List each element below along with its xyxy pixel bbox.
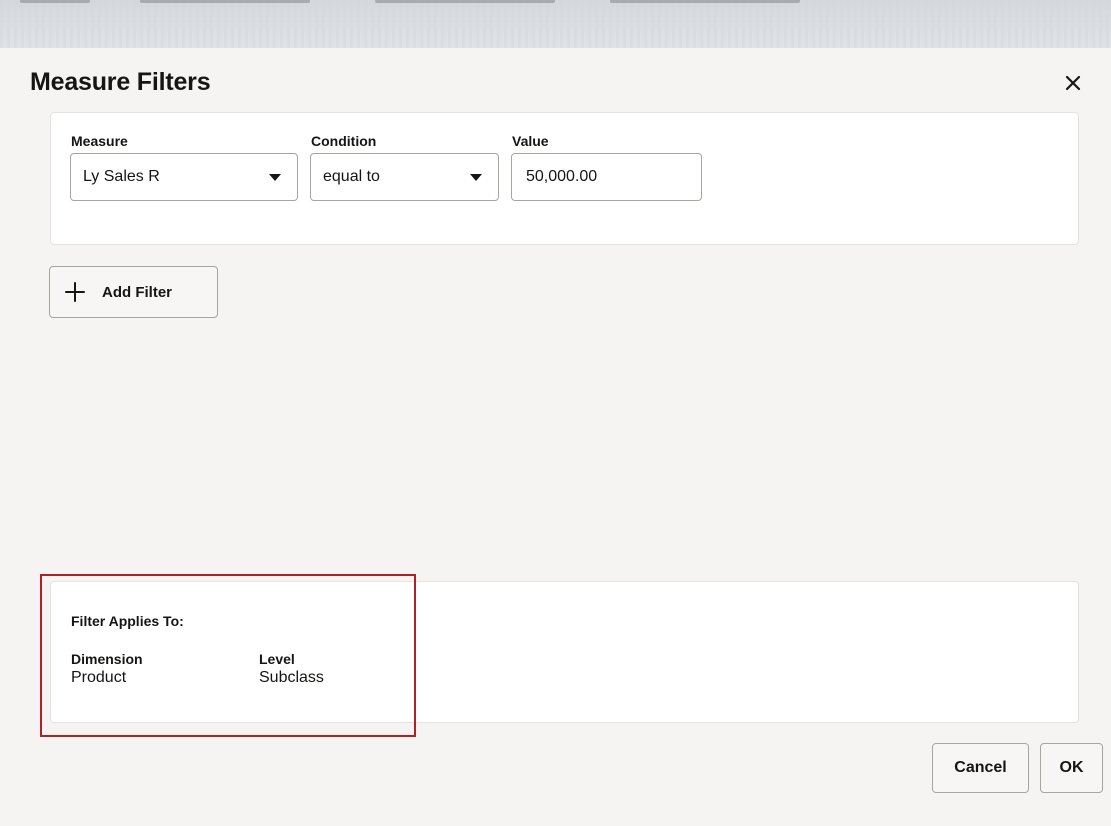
condition-label: Condition (311, 133, 377, 149)
dialog-title: Measure Filters (30, 68, 211, 96)
measure-select[interactable]: Ly Sales R (70, 153, 298, 201)
value-input[interactable] (511, 153, 702, 201)
filter-row-card: Measure Ly Sales R Condition equal to Va… (50, 112, 1079, 245)
close-button[interactable] (1060, 70, 1086, 96)
filter-applies-card: Filter Applies To: Dimension Product Lev… (50, 581, 1079, 723)
level-label: Level (259, 651, 295, 667)
applies-title: Filter Applies To: (71, 613, 184, 629)
close-icon (1065, 75, 1081, 91)
add-filter-label: Add Filter (102, 283, 172, 301)
dimension-label: Dimension (71, 651, 143, 667)
condition-select[interactable]: equal to (310, 153, 499, 201)
add-filter-button[interactable]: Add Filter (49, 266, 218, 318)
cancel-button[interactable]: Cancel (932, 743, 1029, 793)
chevron-down-icon (470, 174, 482, 181)
level-value: Subclass (259, 669, 324, 686)
measure-label: Measure (71, 133, 128, 149)
condition-select-value: equal to (323, 168, 380, 185)
background-page-strip (0, 0, 1111, 48)
ok-button[interactable]: OK (1040, 743, 1103, 793)
measure-select-value: Ly Sales R (83, 168, 160, 185)
plus-icon (65, 282, 85, 302)
dimension-value: Product (71, 669, 127, 686)
chevron-down-icon (269, 174, 281, 181)
measure-filters-dialog: Measure Filters Measure Ly Sales R Condi… (14, 48, 1111, 826)
page: Measure Filters Measure Ly Sales R Condi… (0, 0, 1111, 826)
value-label: Value (512, 133, 549, 149)
